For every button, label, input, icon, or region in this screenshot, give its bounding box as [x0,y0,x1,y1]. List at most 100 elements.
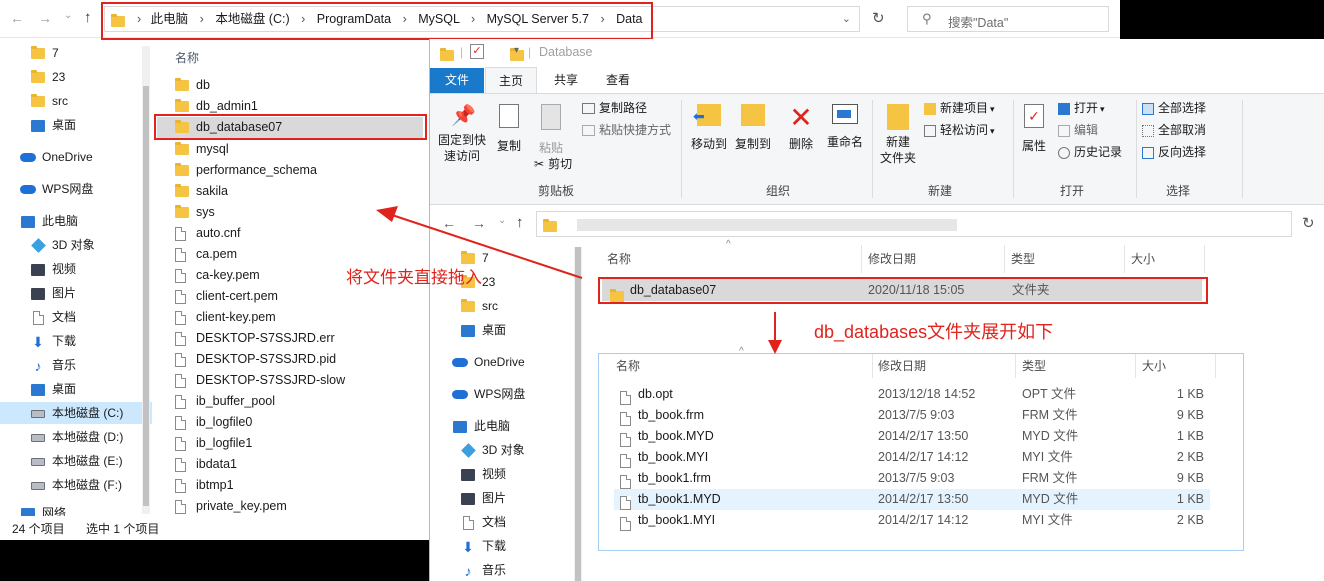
nav-item[interactable]: 此电脑 [452,415,510,437]
tab-file[interactable]: 文件 [430,68,484,93]
list-item[interactable]: ibdata1 [175,454,237,475]
select-all-button[interactable]: 全部选择 [1142,98,1206,118]
paste-button[interactable]: 粘贴 [532,104,570,156]
nav-item[interactable]: 图片 [460,487,506,509]
list-item[interactable]: DESKTOP-S7SSJRD.err [175,328,335,349]
column-header-size[interactable]: 大小 [1142,356,1166,376]
up-arrow-icon[interactable]: ↑ [84,9,92,26]
list-item[interactable]: ca.pem [175,244,237,265]
list-item[interactable]: DESKTOP-S7SSJRD-slow [175,370,345,391]
list-item[interactable]: ib_logfile0 [175,412,252,433]
forward-arrow-icon[interactable]: → [38,10,52,26]
table-row[interactable]: db.opt 2013/12/18 14:52 OPT 文件 1 KB [614,384,1210,405]
open-button[interactable]: 打开 ▾ [1058,98,1105,119]
address-bar[interactable] [536,211,1292,237]
nav-item[interactable]: 此电脑 [20,210,78,232]
list-item[interactable]: sakila [175,181,228,202]
table-row[interactable]: tb_book1.frm 2013/7/5 9:03 FRM 文件 9 KB [614,468,1210,489]
nav-item[interactable]: 文档 [30,306,76,328]
column-header-date[interactable]: 修改日期 [868,249,916,269]
nav-item[interactable]: 文档 [460,511,506,533]
delete-button[interactable]: ✕ 删除 [782,104,820,152]
list-item[interactable]: auto.cnf [175,223,240,244]
refresh-icon[interactable]: ↻ [1302,214,1315,232]
column-header-type[interactable]: 类型 [1011,249,1035,269]
forward-arrow-icon[interactable]: → [472,215,486,231]
table-row[interactable]: tb_book.frm 2013/7/5 9:03 FRM 文件 9 KB [614,405,1210,426]
list-item[interactable]: mysql [175,139,229,160]
list-item[interactable]: client-key.pem [175,307,276,328]
properties-button[interactable]: ✓ 属性 [1016,104,1052,154]
back-arrow-icon[interactable]: ← [10,10,24,26]
up-arrow-icon[interactable]: ↑ [516,214,524,231]
copy-path-button[interactable]: 复制路径 [582,98,647,118]
new-item-button[interactable]: 新建项目 ▾ [924,98,995,119]
nav-item-selected[interactable]: 本地磁盘 (C:) [0,402,152,424]
tab-view[interactable]: 查看 [594,68,642,93]
right-nav-scrollbar-thumb[interactable] [575,247,581,581]
back-arrow-icon[interactable]: ← [442,215,456,231]
column-header-name[interactable]: 名称 [175,49,199,66]
column-header-name[interactable]: 名称 [607,249,631,269]
nav-item[interactable]: ⬇ 下载 [30,330,76,352]
column-header-size[interactable]: 大小 [1131,249,1155,269]
nav-item[interactable]: 桌面 [460,319,506,341]
nav-item[interactable]: 视频 [460,463,506,485]
nav-scrollbar[interactable] [142,46,150,514]
nav-scrollbar-thumb[interactable] [143,86,149,506]
chevron-down-icon[interactable]: ⌄ [842,12,851,25]
nav-item[interactable]: 桌面 [30,378,76,400]
nav-item[interactable]: OneDrive [20,146,93,168]
nav-item[interactable]: 桌面 [30,114,76,136]
nav-item[interactable]: 视频 [30,258,76,280]
column-header-name[interactable]: 名称 [616,356,640,376]
easy-access-button[interactable]: 轻松访问 ▾ [924,120,995,141]
nav-item[interactable]: 本地磁盘 (E:) [30,450,123,472]
list-item[interactable]: performance_schema [175,160,317,181]
nav-item[interactable]: src [30,90,68,112]
nav-item[interactable]: 23 [30,66,65,88]
copy-button[interactable]: 复制 [492,104,526,154]
nav-item[interactable]: ♪ 音乐 [30,354,77,376]
move-to-button[interactable]: ⬅ 移动到 [686,104,732,152]
table-row[interactable]: tb_book.MYD 2014/2/17 13:50 MYD 文件 1 KB [614,426,1210,447]
new-folder-button[interactable]: 新建 文件夹 [876,104,920,166]
pin-quick-access-button[interactable]: 📌 固定到快 速访问 [434,104,490,164]
list-item[interactable]: ibtmp1 [175,475,234,496]
nav-item[interactable]: 7 [30,42,59,64]
list-item[interactable]: ib_logfile1 [175,433,252,454]
table-row[interactable]: tb_book.MYI 2014/2/17 14:12 MYI 文件 2 KB [614,447,1210,468]
invert-selection-button[interactable]: 反向选择 [1142,142,1206,162]
list-item[interactable]: ca-key.pem [175,265,260,286]
refresh-icon[interactable]: ↻ [872,9,885,27]
list-item[interactable]: ib_buffer_pool [175,391,275,412]
qat-chevron-icon[interactable]: ▾ [514,45,519,56]
list-item[interactable]: client-cert.pem [175,286,278,307]
nav-item[interactable]: 图片 [30,282,76,304]
nav-item[interactable]: ⬇ 下载 [460,535,506,557]
rename-button[interactable]: 重命名 [822,104,868,150]
search-box[interactable]: ⚲ 搜索"Data" [907,6,1109,32]
tab-home[interactable]: 主页 [485,67,537,94]
nav-item[interactable]: OneDrive [452,351,525,373]
nav-item[interactable]: WPS网盘 [452,383,525,405]
history-button[interactable]: 历史记录 [1058,142,1122,162]
nav-item[interactable]: 网络 [20,506,66,516]
nav-item[interactable]: src [460,295,498,317]
right-nav-scrollbar[interactable] [574,247,582,581]
table-row[interactable]: tb_book1.MYI 2014/2/17 14:12 MYI 文件 2 KB [614,510,1210,531]
cut-button[interactable]: ✂ 剪切 [534,154,572,174]
column-header-date[interactable]: 修改日期 [878,356,926,376]
list-item[interactable]: private_key.pem [175,496,287,517]
edit-button[interactable]: 编辑 [1058,120,1098,140]
table-row-hover[interactable]: tb_book1.MYD 2014/2/17 13:50 MYD 文件 1 KB [614,489,1210,510]
list-item[interactable]: sys [175,202,215,223]
column-header-type[interactable]: 类型 [1022,356,1046,376]
recent-chevron-icon[interactable]: ⌄ [498,215,506,226]
nav-item[interactable]: ♪ 音乐 [460,559,507,581]
tab-share[interactable]: 共享 [542,68,590,93]
nav-item[interactable]: 本地磁盘 (F:) [30,474,122,496]
list-item[interactable]: db [175,75,210,96]
copy-to-button[interactable]: 复制到 [730,104,776,152]
list-item[interactable]: DESKTOP-S7SSJRD.pid [175,349,336,370]
